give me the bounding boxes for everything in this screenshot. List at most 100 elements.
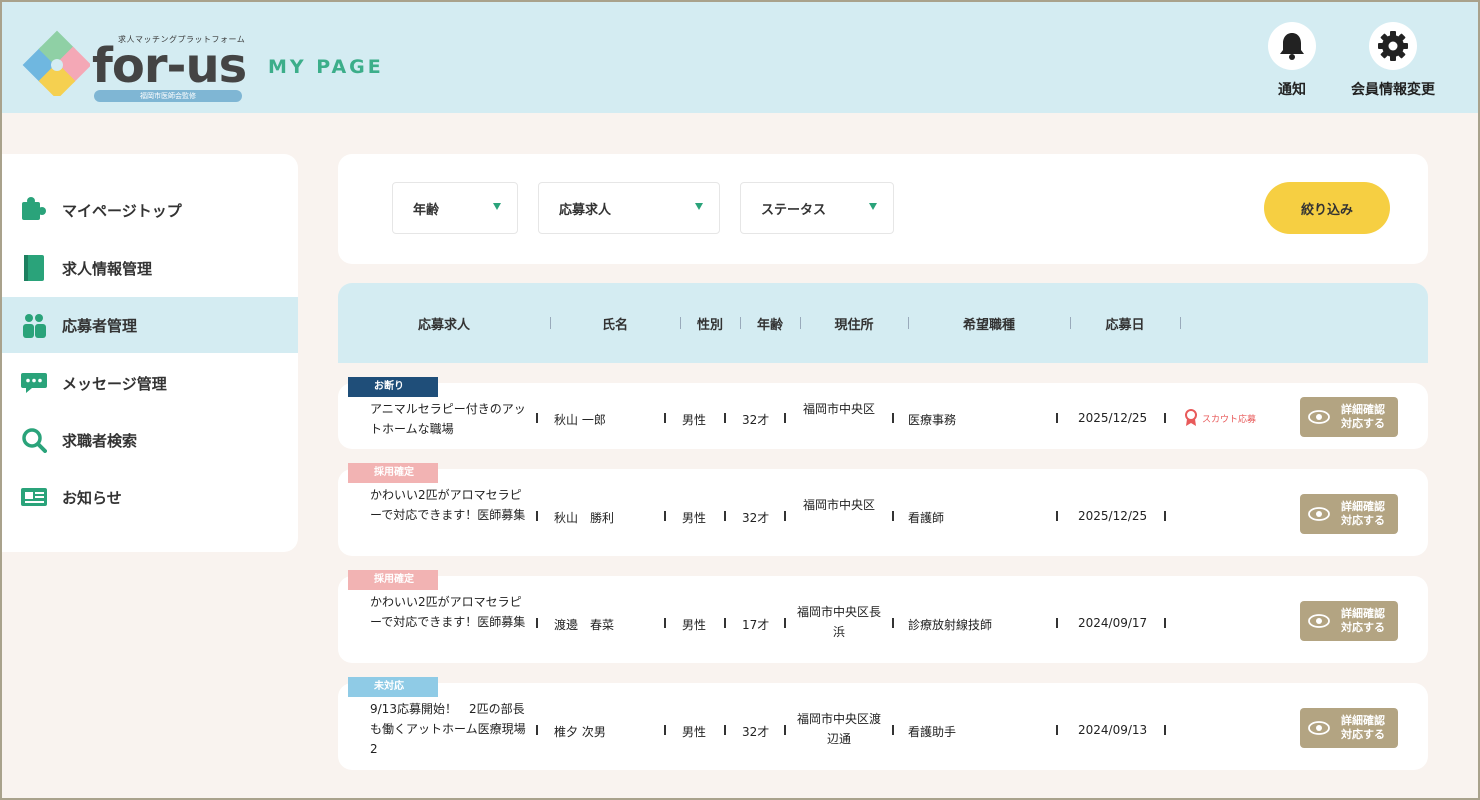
applicant-name: 秋山 勝利: [554, 511, 615, 525]
eye-icon: [1308, 410, 1330, 424]
cell-divider: [724, 413, 726, 423]
column-header-job: 応募求人: [417, 317, 470, 333]
logo[interactable]: 求人マッチングプラットフォーム for-us 福岡市医師会監修: [22, 20, 252, 104]
users-icon: [20, 311, 48, 339]
member-settings-label: 会員情報変更: [1351, 82, 1435, 98]
job-title[interactable]: かわいい2匹がアロマセラピーで対応できます！医師募集: [370, 592, 530, 632]
age: 32才: [742, 413, 770, 427]
table-row[interactable]: 採用確定 かわいい2匹がアロマセラピーで対応できます！医師募集 渡邊 春菜 男性…: [338, 570, 1428, 663]
applicant-name: 椎夕 次男: [554, 725, 606, 739]
address: 福岡市中央区渡辺通: [796, 712, 881, 746]
sidebar: マイページトップ 求人情報管理 応募者管理 メッセージ管理 求職者検索 お知らせ: [2, 154, 298, 552]
address: 福岡市中央区: [802, 402, 875, 416]
sidebar-item-label: 求職者検索: [62, 431, 138, 450]
detail-button[interactable]: 詳細確認 対応する: [1300, 601, 1398, 641]
eye-icon: [1308, 721, 1330, 735]
cell-divider: [1164, 413, 1166, 423]
chat-icon: [20, 369, 48, 397]
cell-divider: [536, 618, 538, 628]
age: 32才: [742, 511, 770, 525]
applied-job-select-label: 応募求人: [559, 202, 612, 218]
status-badge: 採用確定: [348, 463, 438, 483]
filter-submit-button[interactable]: 絞り込み: [1264, 182, 1390, 234]
cell-divider: [784, 511, 786, 521]
column-divider: [1180, 317, 1181, 329]
applicant-name: 秋山 一郎: [554, 413, 606, 427]
sidebar-item-news[interactable]: お知らせ: [2, 469, 298, 525]
job-title[interactable]: 9/13応募開始！ 2匹の部長も働くアットホーム医療現場 2: [370, 699, 538, 759]
gender: 男性: [682, 725, 707, 739]
cell-divider: [784, 725, 786, 735]
desired-job: 診療放射線技師: [908, 618, 993, 632]
notification-button[interactable]: 通知: [1242, 22, 1342, 99]
cell-divider: [664, 413, 666, 423]
sidebar-item-job-management[interactable]: 求人情報管理: [2, 240, 298, 296]
detail-button[interactable]: 詳細確認 対応する: [1300, 708, 1398, 748]
bell-icon: [1280, 33, 1304, 60]
sidebar-item-job-seeker-search[interactable]: 求職者検索: [2, 412, 298, 468]
table-row[interactable]: お断り アニマルセラピー付きのアットホームな職場 秋山 一郎 男性 32才 福岡…: [338, 377, 1428, 449]
cell-divider: [664, 618, 666, 628]
eye-icon: [1308, 614, 1330, 628]
cell-divider: [536, 725, 538, 735]
column-header-age: 年齢: [756, 317, 783, 333]
puzzle-icon: [20, 196, 48, 224]
detail-label: 詳細確認 対応する: [1341, 607, 1385, 634]
dropdown-arrow-icon: [695, 203, 703, 210]
cell-divider: [536, 511, 538, 521]
cell-divider: [664, 725, 666, 735]
dropdown-arrow-icon: [869, 203, 877, 210]
sidebar-item-label: 求人情報管理: [62, 259, 153, 278]
gender: 男性: [682, 511, 707, 525]
scout-label: スカウト応募: [1202, 414, 1257, 425]
cell-divider: [1164, 511, 1166, 521]
applied-job-select[interactable]: 応募求人: [538, 182, 720, 234]
desired-job: 看護助手: [908, 725, 957, 739]
sidebar-item-label: 応募者管理: [62, 316, 138, 335]
cell-divider: [1164, 725, 1166, 735]
cell-divider: [1164, 618, 1166, 628]
award-icon: [1185, 409, 1197, 426]
cell-divider: [784, 618, 786, 628]
sidebar-item-label: マイページトップ: [62, 201, 182, 220]
address: 福岡市中央区: [802, 498, 875, 512]
sidebar-item-label: メッセージ管理: [62, 374, 167, 393]
detail-label: 詳細確認 対応する: [1341, 714, 1385, 741]
cell-divider: [1056, 618, 1058, 628]
member-settings-button[interactable]: 会員情報変更: [1343, 22, 1443, 99]
logo-text: for-us: [92, 38, 247, 94]
table-row[interactable]: 採用確定 かわいい2匹がアロマセラピーで対応できます！医師募集 秋山 勝利 男性…: [338, 463, 1428, 556]
desired-job: 看護師: [908, 511, 945, 525]
notification-label: 通知: [1278, 82, 1306, 98]
apply-date: 2024/09/17: [1078, 616, 1148, 630]
cell-divider: [536, 413, 538, 423]
desired-job: 医療事務: [908, 413, 957, 427]
sidebar-item-mypage-top[interactable]: マイページトップ: [2, 182, 298, 238]
age: 32才: [742, 725, 770, 739]
apply-date: 2025/12/25: [1078, 509, 1148, 523]
eye-icon: [1308, 507, 1330, 521]
cell-divider: [1056, 413, 1058, 423]
status-badge: お断り: [348, 377, 438, 397]
news-icon: [20, 483, 48, 511]
search-icon: [20, 426, 48, 454]
sidebar-item-message-management[interactable]: メッセージ管理: [2, 355, 298, 411]
table-header: 応募求人 氏名 性別 年齢 現住所 希望職種 応募日: [338, 283, 1428, 363]
cell-divider: [784, 413, 786, 423]
age-select[interactable]: 年齢: [392, 182, 518, 234]
detail-button[interactable]: 詳細確認 対応する: [1300, 494, 1398, 534]
status-select[interactable]: ステータス: [740, 182, 894, 234]
job-title[interactable]: かわいい2匹がアロマセラピーで対応できます！医師募集: [370, 485, 530, 525]
cell-divider: [1056, 511, 1058, 521]
gender: 男性: [682, 618, 707, 632]
logo-pill: 福岡市医師会監修: [94, 90, 242, 102]
job-title[interactable]: アニマルセラピー付きのアットホームな職場: [370, 399, 530, 439]
mypage-title: MY PAGE: [268, 56, 384, 78]
notebook-icon: [20, 254, 48, 282]
table-row[interactable]: 未対応 9/13応募開始！ 2匹の部長も働くアットホーム医療現場 2 椎夕 次男…: [338, 677, 1428, 770]
gender: 男性: [682, 413, 707, 427]
sidebar-item-applicant-management[interactable]: 応募者管理: [2, 297, 298, 353]
status-badge: 未対応: [348, 677, 438, 697]
detail-button[interactable]: 詳細確認 対応する: [1300, 397, 1398, 437]
apply-date: 2024/09/13: [1078, 723, 1148, 737]
